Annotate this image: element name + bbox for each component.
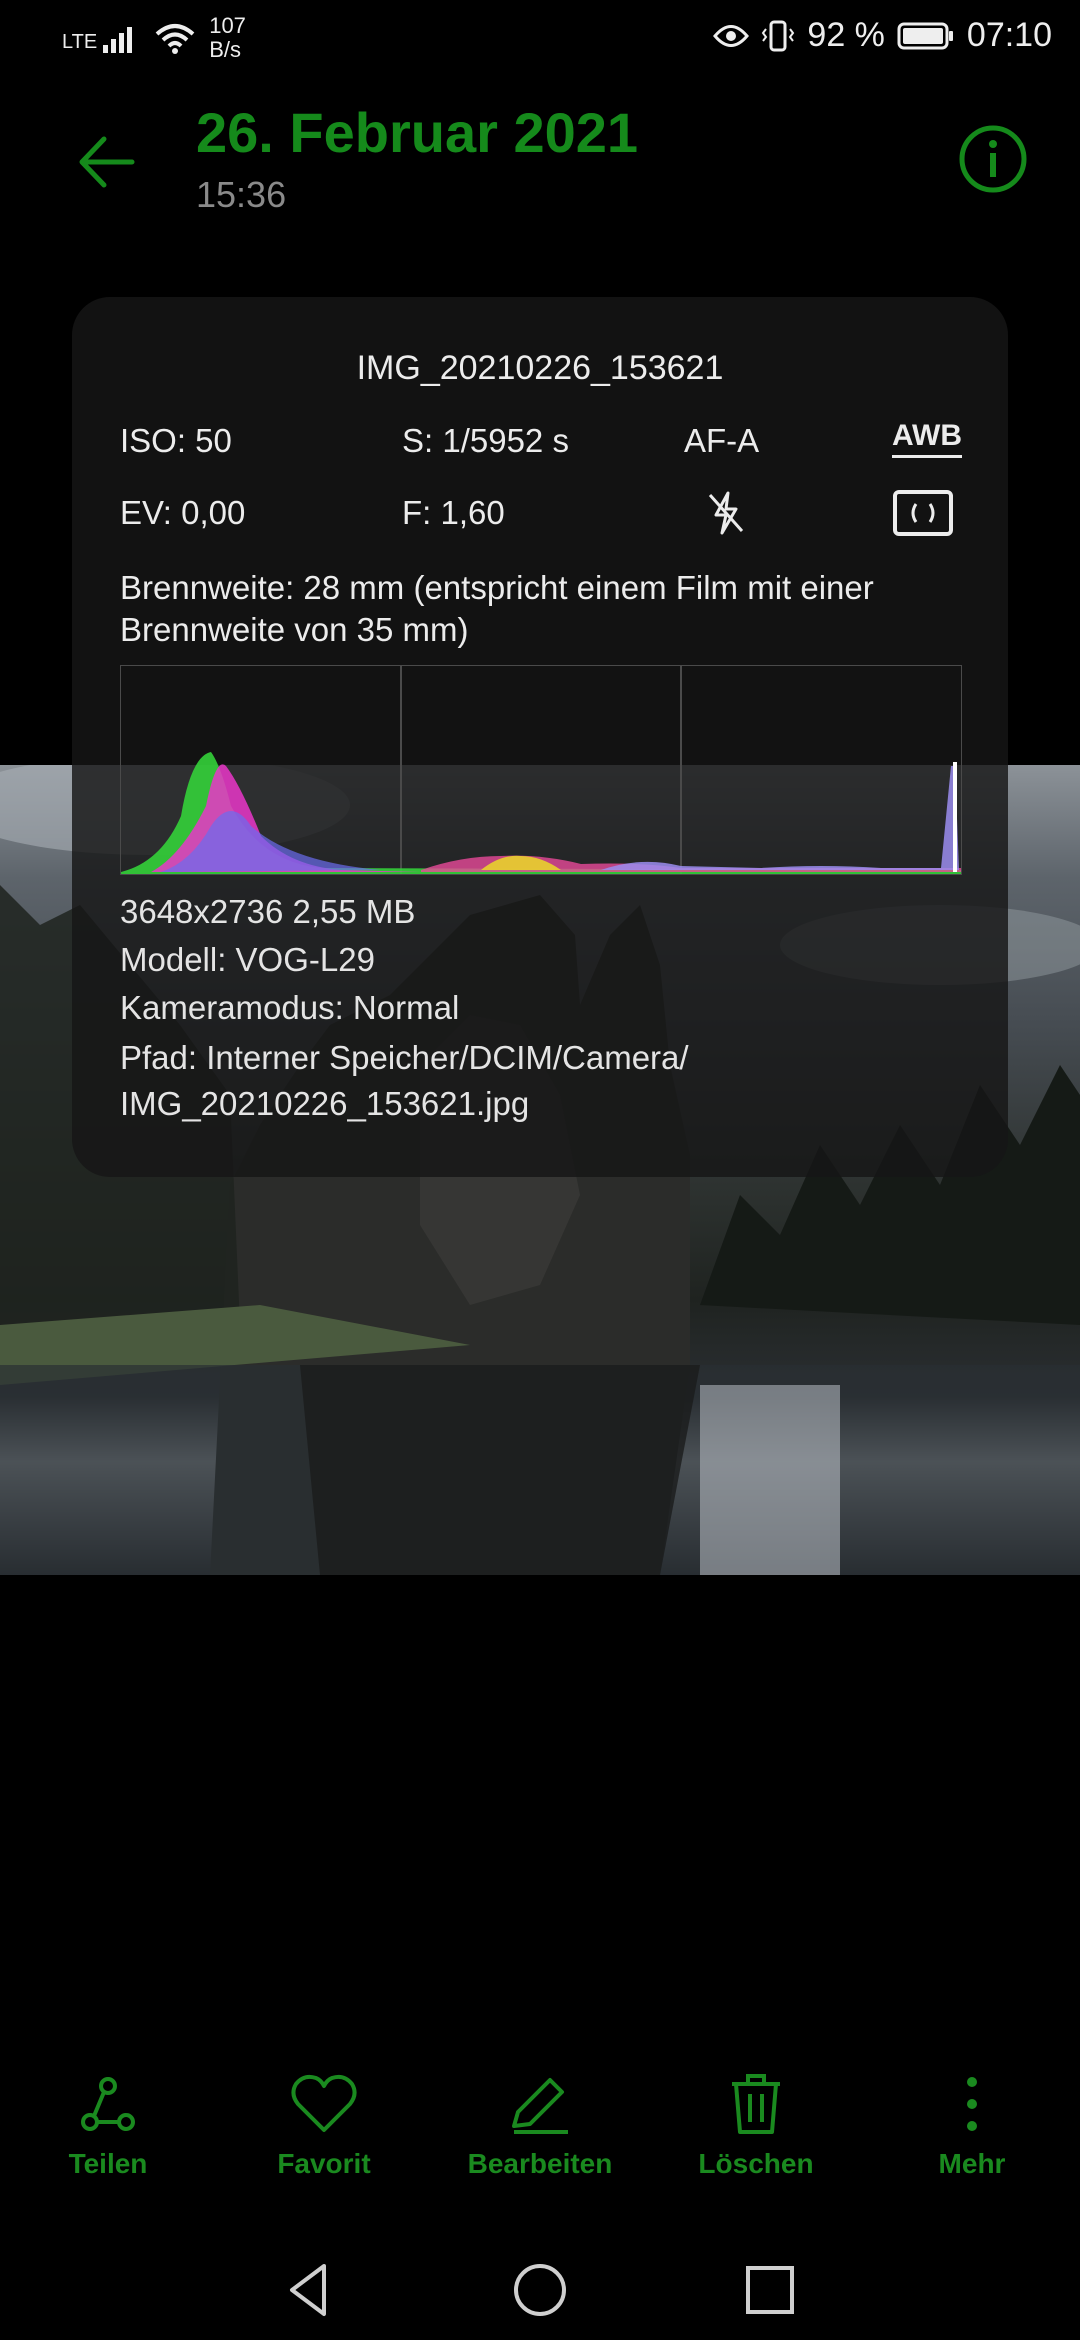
network-speed: 107 B/s (209, 14, 246, 62)
trash-icon (732, 2074, 780, 2134)
status-bar: LTE 107 B/s 92 % 07:10 (0, 0, 1080, 72)
nav-recents-button[interactable] (738, 2258, 802, 2322)
favorite-label: Favorit (277, 2148, 371, 2179)
clock: 07:10 (966, 16, 1052, 54)
info-icon (959, 125, 1027, 193)
file-path-line2: IMG_20210226_153621.jpg (120, 1085, 530, 1122)
page-title: 26. Februar 2021 (196, 101, 639, 164)
focal-length: Brennweite: 28 mm (entspricht einem Film… (120, 569, 874, 648)
histogram-graph (121, 666, 961, 874)
speed-value: 107 (209, 13, 246, 38)
circle-home-icon (514, 2264, 566, 2316)
triangle-back-icon (290, 2264, 326, 2316)
more-label: Mehr (938, 2148, 1006, 2179)
back-button[interactable] (70, 125, 144, 199)
iso-value: ISO: 50 (120, 422, 232, 459)
more-vertical-icon (967, 2077, 977, 2131)
network-type: LTE (62, 31, 98, 53)
delete-button[interactable]: Löschen (656, 2070, 856, 2180)
navigation-bar (0, 2240, 1080, 2340)
bottom-toolbar: Teilen Favorit Bearbeiten Löschen Mehr (0, 2070, 1080, 2200)
resolution-size: 3648x2736 2,55 MB (120, 893, 416, 930)
nav-back-button[interactable] (278, 2258, 342, 2322)
status-left: LTE 107 B/s (62, 14, 246, 62)
more-button[interactable]: Mehr (872, 2070, 1072, 2180)
share-icon (81, 2077, 135, 2131)
flash-off-icon (708, 491, 744, 535)
page-subtitle: 15:36 (196, 174, 287, 215)
square-recents-icon (746, 2266, 794, 2314)
metering-icon (893, 490, 953, 536)
header: 26. Februar 2021 15:36 (0, 90, 1080, 230)
delete-label: Löschen (698, 2148, 814, 2179)
info-card: IMG_20210226_153621 ISO: 50 S: 1/5952 s … (72, 297, 1008, 1177)
favorite-button[interactable]: Favorit (224, 2070, 424, 2180)
info-button[interactable] (956, 122, 1030, 196)
battery-icon (897, 22, 953, 49)
nav-home-button[interactable] (508, 2258, 572, 2322)
edit-label: Bearbeiten (467, 2148, 613, 2179)
eye-icon (713, 24, 750, 47)
focus-mode: AF-A (684, 422, 760, 459)
shutter-value: S: 1/5952 s (402, 422, 569, 459)
file-name: IMG_20210226_153621 (356, 349, 724, 387)
file-path-line1: Pfad: Interner Speicher/DCIM/Camera/ (120, 1039, 689, 1076)
aperture-value: F: 1,60 (402, 494, 505, 531)
white-balance: AWB (892, 419, 962, 458)
signal-icon (103, 27, 133, 53)
camera-model: Modell: VOG-L29 (120, 941, 375, 978)
battery-percent: 92 % (807, 16, 885, 54)
arrow-left-icon (79, 136, 135, 188)
histogram (120, 665, 962, 875)
share-label: Teilen (68, 2148, 148, 2179)
pencil-icon (512, 2078, 568, 2134)
speed-unit: B/s (209, 37, 241, 62)
status-right: 92 % 07:10 (713, 16, 1052, 55)
vibrate-icon (762, 20, 795, 51)
edit-button[interactable]: Bearbeiten (440, 2070, 640, 2180)
wifi-icon (155, 24, 195, 54)
camera-mode: Kameramodus: Normal (120, 989, 460, 1026)
share-button[interactable]: Teilen (8, 2070, 208, 2180)
heart-icon (291, 2074, 357, 2132)
signal-indicator: LTE (62, 23, 141, 53)
ev-value: EV: 0,00 (120, 494, 246, 531)
